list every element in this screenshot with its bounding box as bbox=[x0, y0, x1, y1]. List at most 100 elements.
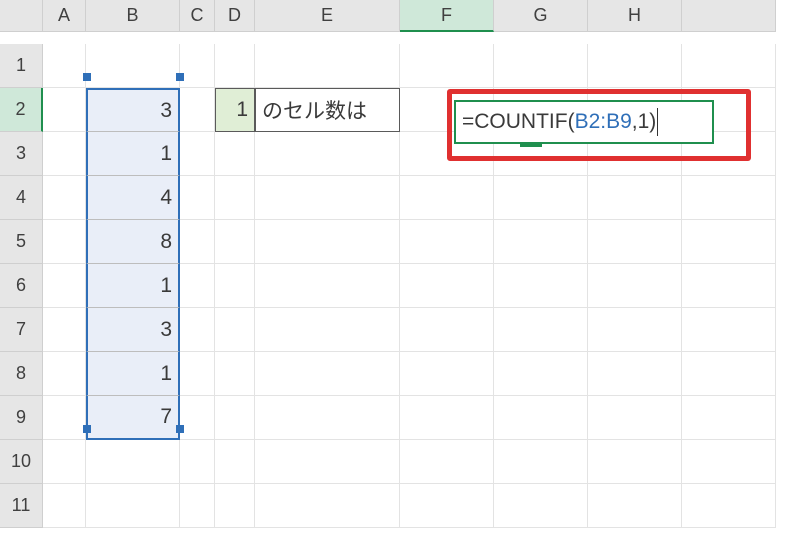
cell-C3[interactable] bbox=[180, 132, 215, 176]
cell-ext4[interactable] bbox=[682, 176, 776, 220]
cell-drag-handle-icon[interactable] bbox=[520, 143, 542, 147]
cell-D3[interactable] bbox=[215, 132, 255, 176]
row-header-10[interactable]: 10 bbox=[0, 440, 43, 484]
cell-G6[interactable] bbox=[494, 264, 588, 308]
row-header-3[interactable]: 3 bbox=[0, 132, 43, 176]
cell-B9[interactable]: 7 bbox=[86, 396, 180, 440]
cell-B7[interactable]: 3 bbox=[86, 308, 180, 352]
cell-H1[interactable] bbox=[588, 44, 682, 88]
cell-B11[interactable] bbox=[86, 484, 180, 528]
cell-ext9[interactable] bbox=[682, 396, 776, 440]
cell-D4[interactable] bbox=[215, 176, 255, 220]
cell-C10[interactable] bbox=[180, 440, 215, 484]
cell-B4[interactable]: 4 bbox=[86, 176, 180, 220]
cell-A4[interactable] bbox=[43, 176, 86, 220]
range-handle-icon[interactable] bbox=[176, 73, 184, 81]
formula-edit-input[interactable]: =COUNTIF(B2:B9,1) bbox=[454, 100, 714, 144]
cell-A1[interactable] bbox=[43, 44, 86, 88]
cell-A11[interactable] bbox=[43, 484, 86, 528]
cell-ext8[interactable] bbox=[682, 352, 776, 396]
cell-B10[interactable] bbox=[86, 440, 180, 484]
row-header-4[interactable]: 4 bbox=[0, 176, 43, 220]
cell-F4[interactable] bbox=[400, 176, 494, 220]
cell-C7[interactable] bbox=[180, 308, 215, 352]
row-header-5[interactable]: 5 bbox=[0, 220, 43, 264]
col-header-D[interactable]: D bbox=[215, 0, 255, 32]
cell-E2[interactable]: のセル数は bbox=[255, 88, 400, 132]
cell-ext1[interactable] bbox=[682, 44, 776, 88]
cell-C2[interactable] bbox=[180, 88, 215, 132]
cell-E9[interactable] bbox=[255, 396, 400, 440]
cell-D2[interactable]: 1 bbox=[215, 88, 255, 132]
cell-H9[interactable] bbox=[588, 396, 682, 440]
cell-H6[interactable] bbox=[588, 264, 682, 308]
cell-B1[interactable] bbox=[86, 44, 180, 88]
row-header-8[interactable]: 8 bbox=[0, 352, 43, 396]
cell-G7[interactable] bbox=[494, 308, 588, 352]
cell-D7[interactable] bbox=[215, 308, 255, 352]
cell-C1[interactable] bbox=[180, 44, 215, 88]
cell-G8[interactable] bbox=[494, 352, 588, 396]
cell-C8[interactable] bbox=[180, 352, 215, 396]
cell-H10[interactable] bbox=[588, 440, 682, 484]
cell-H4[interactable] bbox=[588, 176, 682, 220]
cell-C6[interactable] bbox=[180, 264, 215, 308]
cell-D9[interactable] bbox=[215, 396, 255, 440]
cell-B3[interactable]: 1 bbox=[86, 132, 180, 176]
cell-E6[interactable] bbox=[255, 264, 400, 308]
cell-B5[interactable]: 8 bbox=[86, 220, 180, 264]
cell-ext10[interactable] bbox=[682, 440, 776, 484]
row-header-7[interactable]: 7 bbox=[0, 308, 43, 352]
cell-B8[interactable]: 1 bbox=[86, 352, 180, 396]
cell-A3[interactable] bbox=[43, 132, 86, 176]
cell-E5[interactable] bbox=[255, 220, 400, 264]
cell-ext7[interactable] bbox=[682, 308, 776, 352]
cell-B2[interactable]: 3 bbox=[86, 88, 180, 132]
col-header-A[interactable]: A bbox=[43, 0, 86, 32]
cell-F1[interactable] bbox=[400, 44, 494, 88]
cell-G4[interactable] bbox=[494, 176, 588, 220]
cell-A9[interactable] bbox=[43, 396, 86, 440]
col-header-E[interactable]: E bbox=[255, 0, 400, 32]
cell-D5[interactable] bbox=[215, 220, 255, 264]
cell-A5[interactable] bbox=[43, 220, 86, 264]
cell-F9[interactable] bbox=[400, 396, 494, 440]
cell-F8[interactable] bbox=[400, 352, 494, 396]
spreadsheet-grid[interactable]: A B C D E F G H 1 2 3 1 のセル数は 3 1 4 4 bbox=[0, 0, 800, 528]
col-header-F[interactable]: F bbox=[400, 0, 494, 32]
cell-E10[interactable] bbox=[255, 440, 400, 484]
cell-H5[interactable] bbox=[588, 220, 682, 264]
cell-E8[interactable] bbox=[255, 352, 400, 396]
range-handle-icon[interactable] bbox=[83, 425, 91, 433]
select-all-corner[interactable] bbox=[0, 0, 43, 32]
col-header-H[interactable]: H bbox=[588, 0, 682, 32]
cell-F7[interactable] bbox=[400, 308, 494, 352]
cell-ext5[interactable] bbox=[682, 220, 776, 264]
cell-E1[interactable] bbox=[255, 44, 400, 88]
cell-F5[interactable] bbox=[400, 220, 494, 264]
cell-ext6[interactable] bbox=[682, 264, 776, 308]
cell-A7[interactable] bbox=[43, 308, 86, 352]
cell-D1[interactable] bbox=[215, 44, 255, 88]
col-header-G[interactable]: G bbox=[494, 0, 588, 32]
cell-C9[interactable] bbox=[180, 396, 215, 440]
cell-G5[interactable] bbox=[494, 220, 588, 264]
cell-A10[interactable] bbox=[43, 440, 86, 484]
cell-G10[interactable] bbox=[494, 440, 588, 484]
cell-A2[interactable] bbox=[43, 88, 86, 132]
cell-A6[interactable] bbox=[43, 264, 86, 308]
range-handle-icon[interactable] bbox=[83, 73, 91, 81]
cell-B6[interactable]: 1 bbox=[86, 264, 180, 308]
cell-E11[interactable] bbox=[255, 484, 400, 528]
cell-G11[interactable] bbox=[494, 484, 588, 528]
cell-D8[interactable] bbox=[215, 352, 255, 396]
row-header-9[interactable]: 9 bbox=[0, 396, 43, 440]
cell-G1[interactable] bbox=[494, 44, 588, 88]
cell-E7[interactable] bbox=[255, 308, 400, 352]
cell-C4[interactable] bbox=[180, 176, 215, 220]
cell-H8[interactable] bbox=[588, 352, 682, 396]
cell-D6[interactable] bbox=[215, 264, 255, 308]
cell-H7[interactable] bbox=[588, 308, 682, 352]
cell-C5[interactable] bbox=[180, 220, 215, 264]
row-header-6[interactable]: 6 bbox=[0, 264, 43, 308]
